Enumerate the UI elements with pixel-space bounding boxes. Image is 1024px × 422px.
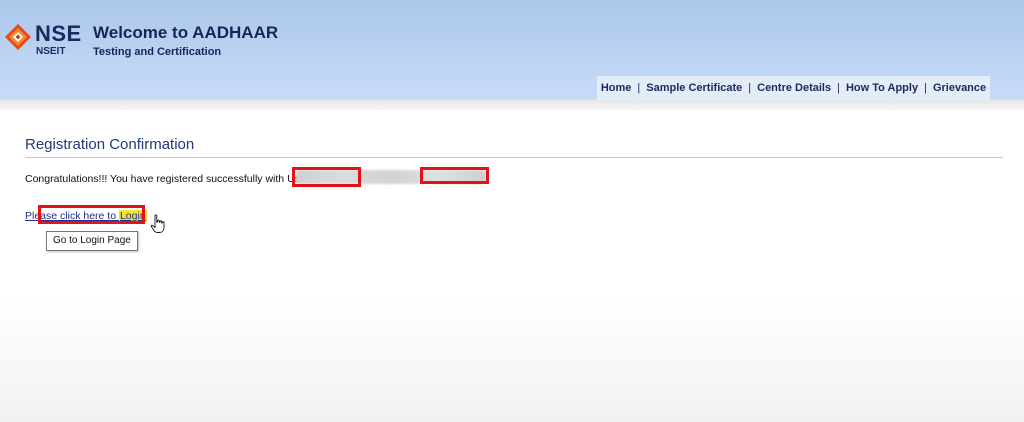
site-subtitle: Testing and Certification bbox=[93, 46, 222, 58]
nse-logo-icon bbox=[5, 24, 31, 50]
logo-subtext: NSEIT bbox=[36, 46, 66, 57]
login-tooltip: Go to Login Page bbox=[46, 231, 138, 251]
highlight-box-login bbox=[38, 205, 145, 224]
site-title: Welcome to AADHAAR bbox=[93, 23, 279, 42]
hand-pointer-icon bbox=[150, 214, 165, 233]
confirmation-message: Congratulations!!! You have registered s… bbox=[25, 173, 310, 185]
top-nav: Home | Sample Certificate | Centre Detai… bbox=[597, 76, 990, 100]
header: NSE NSEIT Welcome to AADHAAR Testing and… bbox=[0, 0, 1024, 100]
page-title: Registration Confirmation bbox=[25, 136, 195, 153]
page: NSE NSEIT Welcome to AADHAAR Testing and… bbox=[0, 0, 1024, 422]
redaction-box-user-detail bbox=[420, 167, 489, 184]
header-divider bbox=[0, 100, 1024, 110]
title-divider bbox=[25, 157, 1003, 158]
nav-grievance[interactable]: Grievance bbox=[927, 82, 992, 94]
nav-sample-certificate[interactable]: Sample Certificate bbox=[640, 82, 748, 94]
logo-text: NSE bbox=[35, 21, 82, 46]
nav-how-to-apply[interactable]: How To Apply bbox=[840, 82, 924, 94]
redaction-box-user-id bbox=[292, 167, 361, 187]
nav-home[interactable]: Home bbox=[595, 82, 638, 94]
nav-centre-details[interactable]: Centre Details bbox=[751, 82, 837, 94]
